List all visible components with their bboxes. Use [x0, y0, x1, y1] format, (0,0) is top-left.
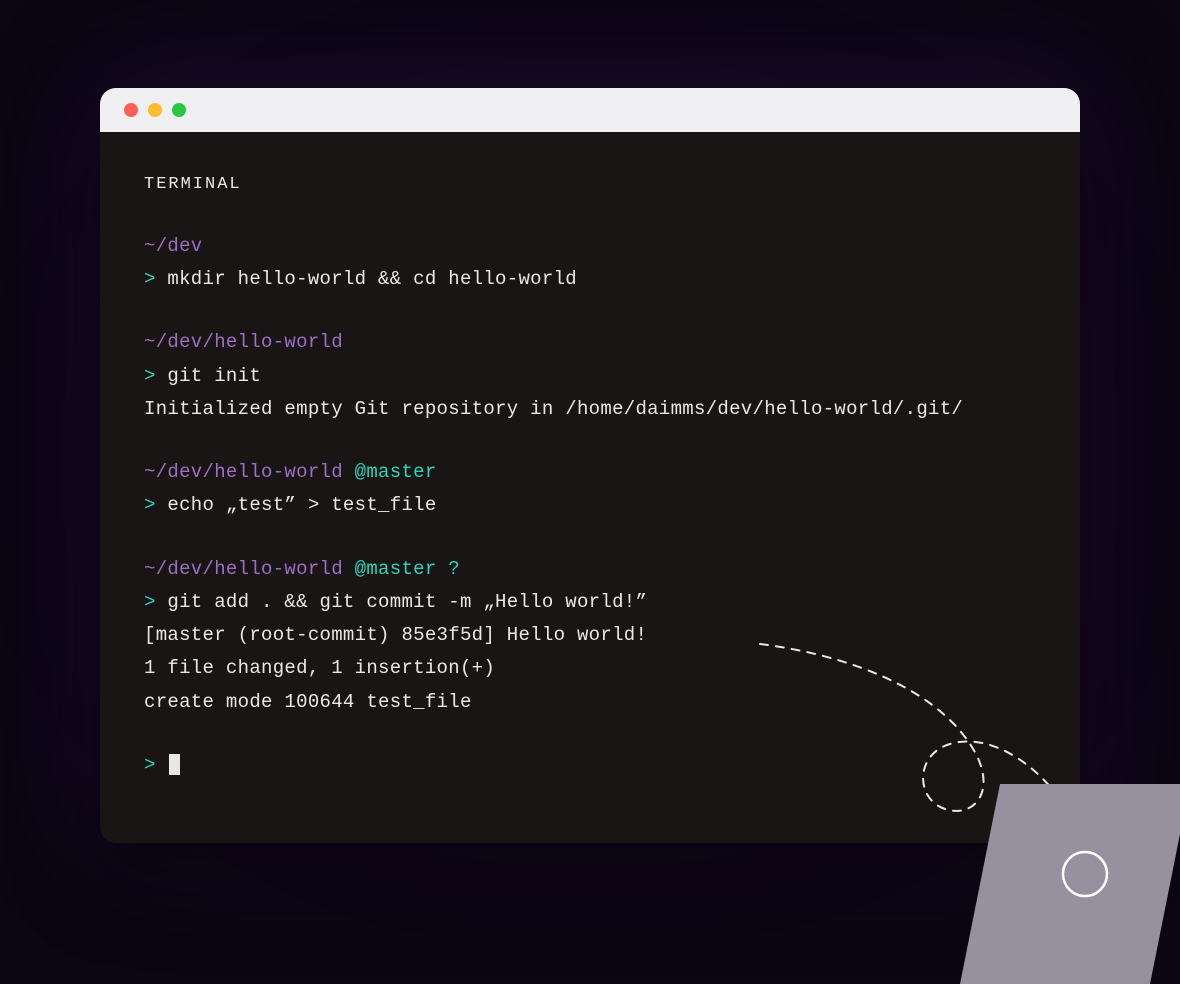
- prompt-status: ?: [448, 558, 460, 580]
- minimize-icon[interactable]: [148, 103, 162, 117]
- prompt-path: ~/dev: [144, 235, 203, 257]
- command-output: [master (root-commit) 85e3f5d] Hello wor…: [144, 619, 1036, 652]
- prompt-symbol: >: [144, 365, 156, 387]
- terminal-window: TERMINAL ~/dev > mkdir hello-world && cd…: [100, 88, 1080, 843]
- command-output: 1 file changed, 1 insertion(+): [144, 652, 1036, 685]
- terminal-block: ~/dev > mkdir hello-world && cd hello-wo…: [144, 230, 1036, 297]
- terminal-active-prompt[interactable]: >: [144, 749, 1036, 782]
- terminal-block: ~/dev/hello-world @master ? > git add . …: [144, 553, 1036, 719]
- command-text: git init: [167, 365, 261, 387]
- prompt-path: ~/dev/hello-world: [144, 331, 343, 353]
- prompt-branch: @master: [355, 558, 437, 580]
- command-text: git add . && git commit -m „Hello world!…: [167, 591, 647, 613]
- prompt-path: ~/dev/hello-world: [144, 461, 343, 483]
- prompt-symbol: >: [144, 754, 156, 776]
- terminal-block: ~/dev/hello-world @master > echo „test” …: [144, 456, 1036, 523]
- prompt-path: ~/dev/hello-world: [144, 558, 343, 580]
- command-text: mkdir hello-world && cd hello-world: [167, 268, 577, 290]
- terminal-title: TERMINAL: [144, 170, 1036, 200]
- command-output: create mode 100644 test_file: [144, 686, 1036, 719]
- maximize-icon[interactable]: [172, 103, 186, 117]
- prompt-symbol: >: [144, 591, 156, 613]
- prompt-branch: @master: [355, 461, 437, 483]
- prompt-symbol: >: [144, 268, 156, 290]
- window-titlebar: [100, 88, 1080, 132]
- terminal-block: ~/dev/hello-world > git init Initialized…: [144, 326, 1036, 426]
- command-text: echo „test” > test_file: [167, 494, 436, 516]
- terminal-body[interactable]: TERMINAL ~/dev > mkdir hello-world && cd…: [100, 132, 1080, 820]
- close-icon[interactable]: [124, 103, 138, 117]
- cursor-icon: [169, 754, 180, 775]
- prompt-symbol: >: [144, 494, 156, 516]
- command-output: Initialized empty Git repository in /hom…: [144, 393, 1036, 426]
